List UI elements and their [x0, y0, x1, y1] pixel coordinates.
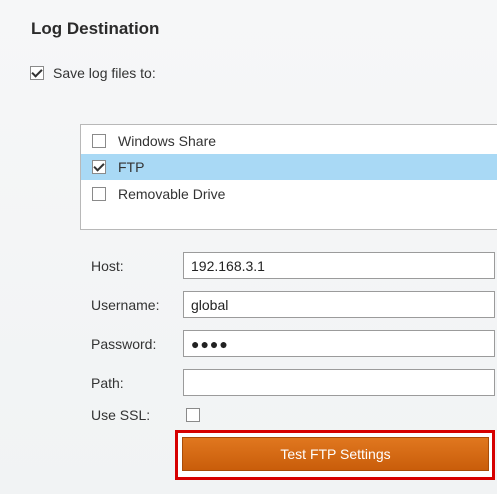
list-item-ftp[interactable]: FTP [81, 154, 497, 180]
list-item-removable-drive[interactable]: Removable Drive [81, 181, 497, 207]
save-logs-label: Save log files to: [53, 65, 156, 81]
host-label: Host: [91, 258, 124, 274]
ftp-label: FTP [118, 159, 145, 175]
test-ftp-settings-button[interactable]: Test FTP Settings [182, 437, 489, 471]
windows-share-label: Windows Share [118, 133, 217, 149]
list-item-windows-share[interactable]: Windows Share [81, 128, 497, 154]
username-label: Username: [91, 297, 160, 313]
removable-drive-label: Removable Drive [118, 186, 226, 202]
username-input[interactable]: global [183, 291, 495, 318]
save-logs-checkbox[interactable] [30, 66, 44, 80]
password-input[interactable]: ●●●● [183, 330, 495, 357]
windows-share-checkbox[interactable] [92, 134, 106, 148]
log-destination-panel: Log Destination Save log files to: Windo… [0, 0, 497, 494]
ftp-checkbox[interactable] [92, 160, 106, 174]
host-input[interactable]: 192.168.3.1 [183, 252, 495, 279]
use-ssl-label: Use SSL: [91, 407, 151, 423]
path-input[interactable] [183, 369, 495, 396]
path-label: Path: [91, 375, 124, 391]
password-label: Password: [91, 336, 157, 352]
use-ssl-checkbox[interactable] [186, 408, 200, 422]
destination-list: Windows Share FTP Removable Drive [80, 124, 497, 230]
password-mask: ●●●● [191, 336, 229, 352]
removable-drive-checkbox[interactable] [92, 187, 106, 201]
section-title: Log Destination [31, 19, 160, 38]
